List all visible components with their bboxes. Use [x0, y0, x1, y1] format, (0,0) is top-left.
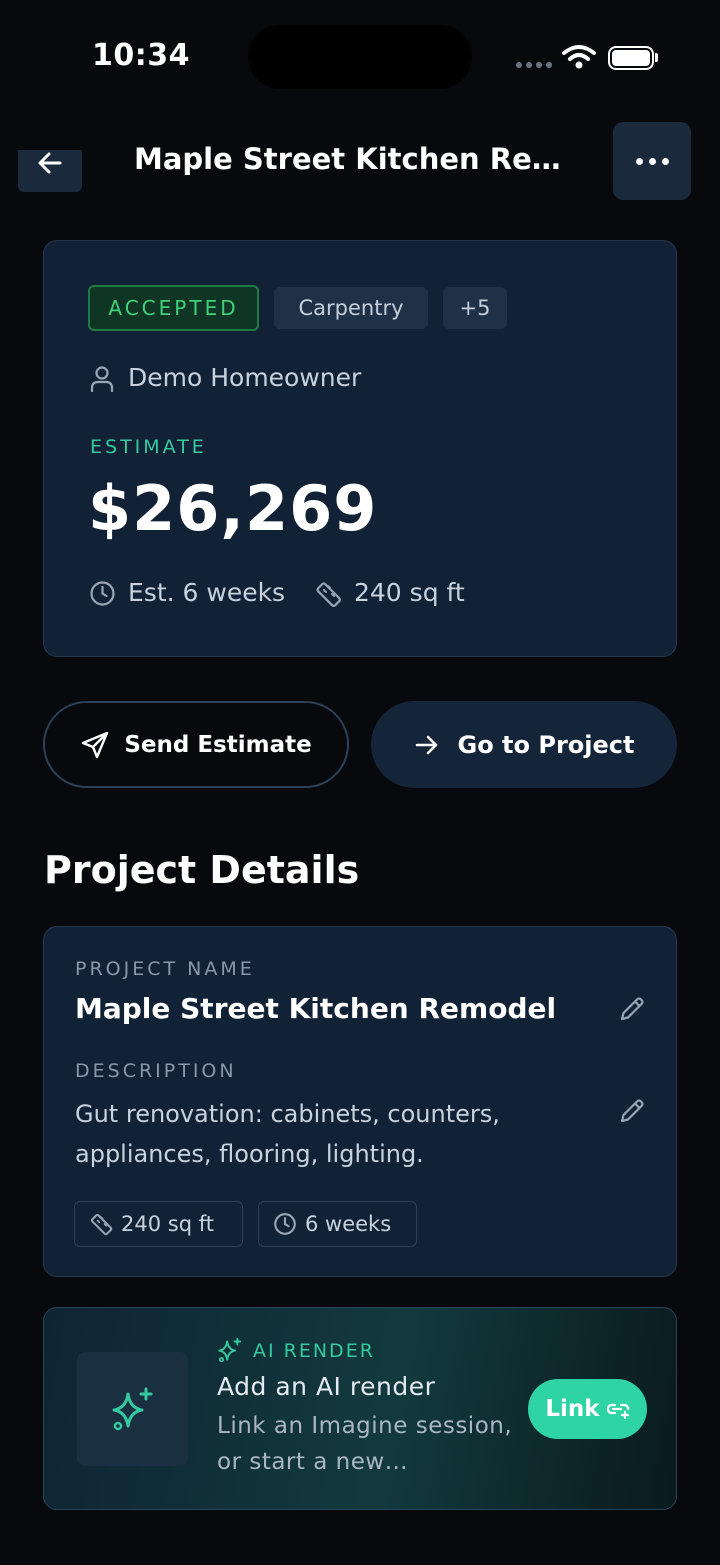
go-to-project-label: Go to Project — [457, 730, 635, 759]
status-badge: ACCEPTED — [88, 285, 259, 331]
description-label: DESCRIPTION — [75, 1060, 237, 1082]
link-icon — [606, 1403, 629, 1420]
description-value: Gut renovation: cabinets, counters, appl… — [75, 1100, 500, 1168]
clock-icon — [274, 1213, 296, 1235]
user-icon — [90, 366, 114, 393]
arrow-right-icon — [415, 735, 437, 754]
more-dot — [648, 157, 656, 165]
wifi-icon — [562, 45, 596, 69]
status-time: 10:34 — [92, 38, 190, 73]
send-icon — [82, 731, 109, 758]
duration-chip-label: 6 weeks — [305, 1212, 392, 1236]
sparkles-icon — [218, 1337, 242, 1363]
ai-render-thumbnail — [77, 1352, 188, 1466]
arrow-left-icon — [38, 152, 62, 174]
trade-tag: Carpentry — [274, 287, 428, 329]
section-title: Project Details — [44, 848, 360, 892]
go-to-project-button[interactable]: Go to Project — [371, 701, 677, 788]
estimate-value: $26,269 — [88, 472, 378, 545]
homeowner-name: Demo Homeowner — [128, 363, 362, 392]
project-name-value: Maple Street Kitchen Remodel — [75, 992, 557, 1025]
clock-icon — [90, 581, 115, 606]
more-options-button[interactable] — [613, 122, 691, 200]
more-dot — [661, 157, 669, 165]
estimate-area: 240 sq ft — [354, 578, 465, 607]
dynamic-island — [248, 25, 472, 89]
more-dot — [635, 157, 643, 165]
duration-chip: 6 weeks — [258, 1201, 417, 1247]
ruler-icon — [90, 1213, 113, 1236]
page-title: Maple Street Kitchen Remodel — [134, 142, 590, 176]
cellular-signal-icon — [516, 62, 552, 70]
back-button[interactable] — [18, 150, 82, 192]
link-button-label: Link — [545, 1396, 600, 1422]
ruler-icon — [316, 582, 341, 607]
ai-render-subtitle: Link an Imagine session, or start a new… — [217, 1413, 513, 1475]
send-estimate-button[interactable]: Send Estimate — [43, 701, 349, 788]
sparkles-icon — [112, 1387, 152, 1431]
more-tags-badge[interactable]: +5 — [443, 287, 507, 329]
battery-tip — [655, 53, 658, 62]
ai-render-title: Add an AI render — [217, 1372, 436, 1401]
edit-pencil-icon[interactable] — [618, 1097, 646, 1125]
link-button[interactable]: Link — [528, 1379, 647, 1439]
ai-render-label: AI RENDER — [253, 1340, 375, 1362]
project-name-label: PROJECT NAME — [75, 958, 255, 980]
area-chip: 240 sq ft — [74, 1201, 243, 1247]
estimate-duration: Est. 6 weeks — [128, 578, 286, 607]
area-chip-label: 240 sq ft — [121, 1212, 214, 1236]
estimate-label: ESTIMATE — [90, 436, 207, 458]
battery-icon — [608, 46, 654, 70]
send-estimate-label: Send Estimate — [124, 731, 312, 758]
edit-pencil-icon[interactable] — [618, 995, 646, 1023]
